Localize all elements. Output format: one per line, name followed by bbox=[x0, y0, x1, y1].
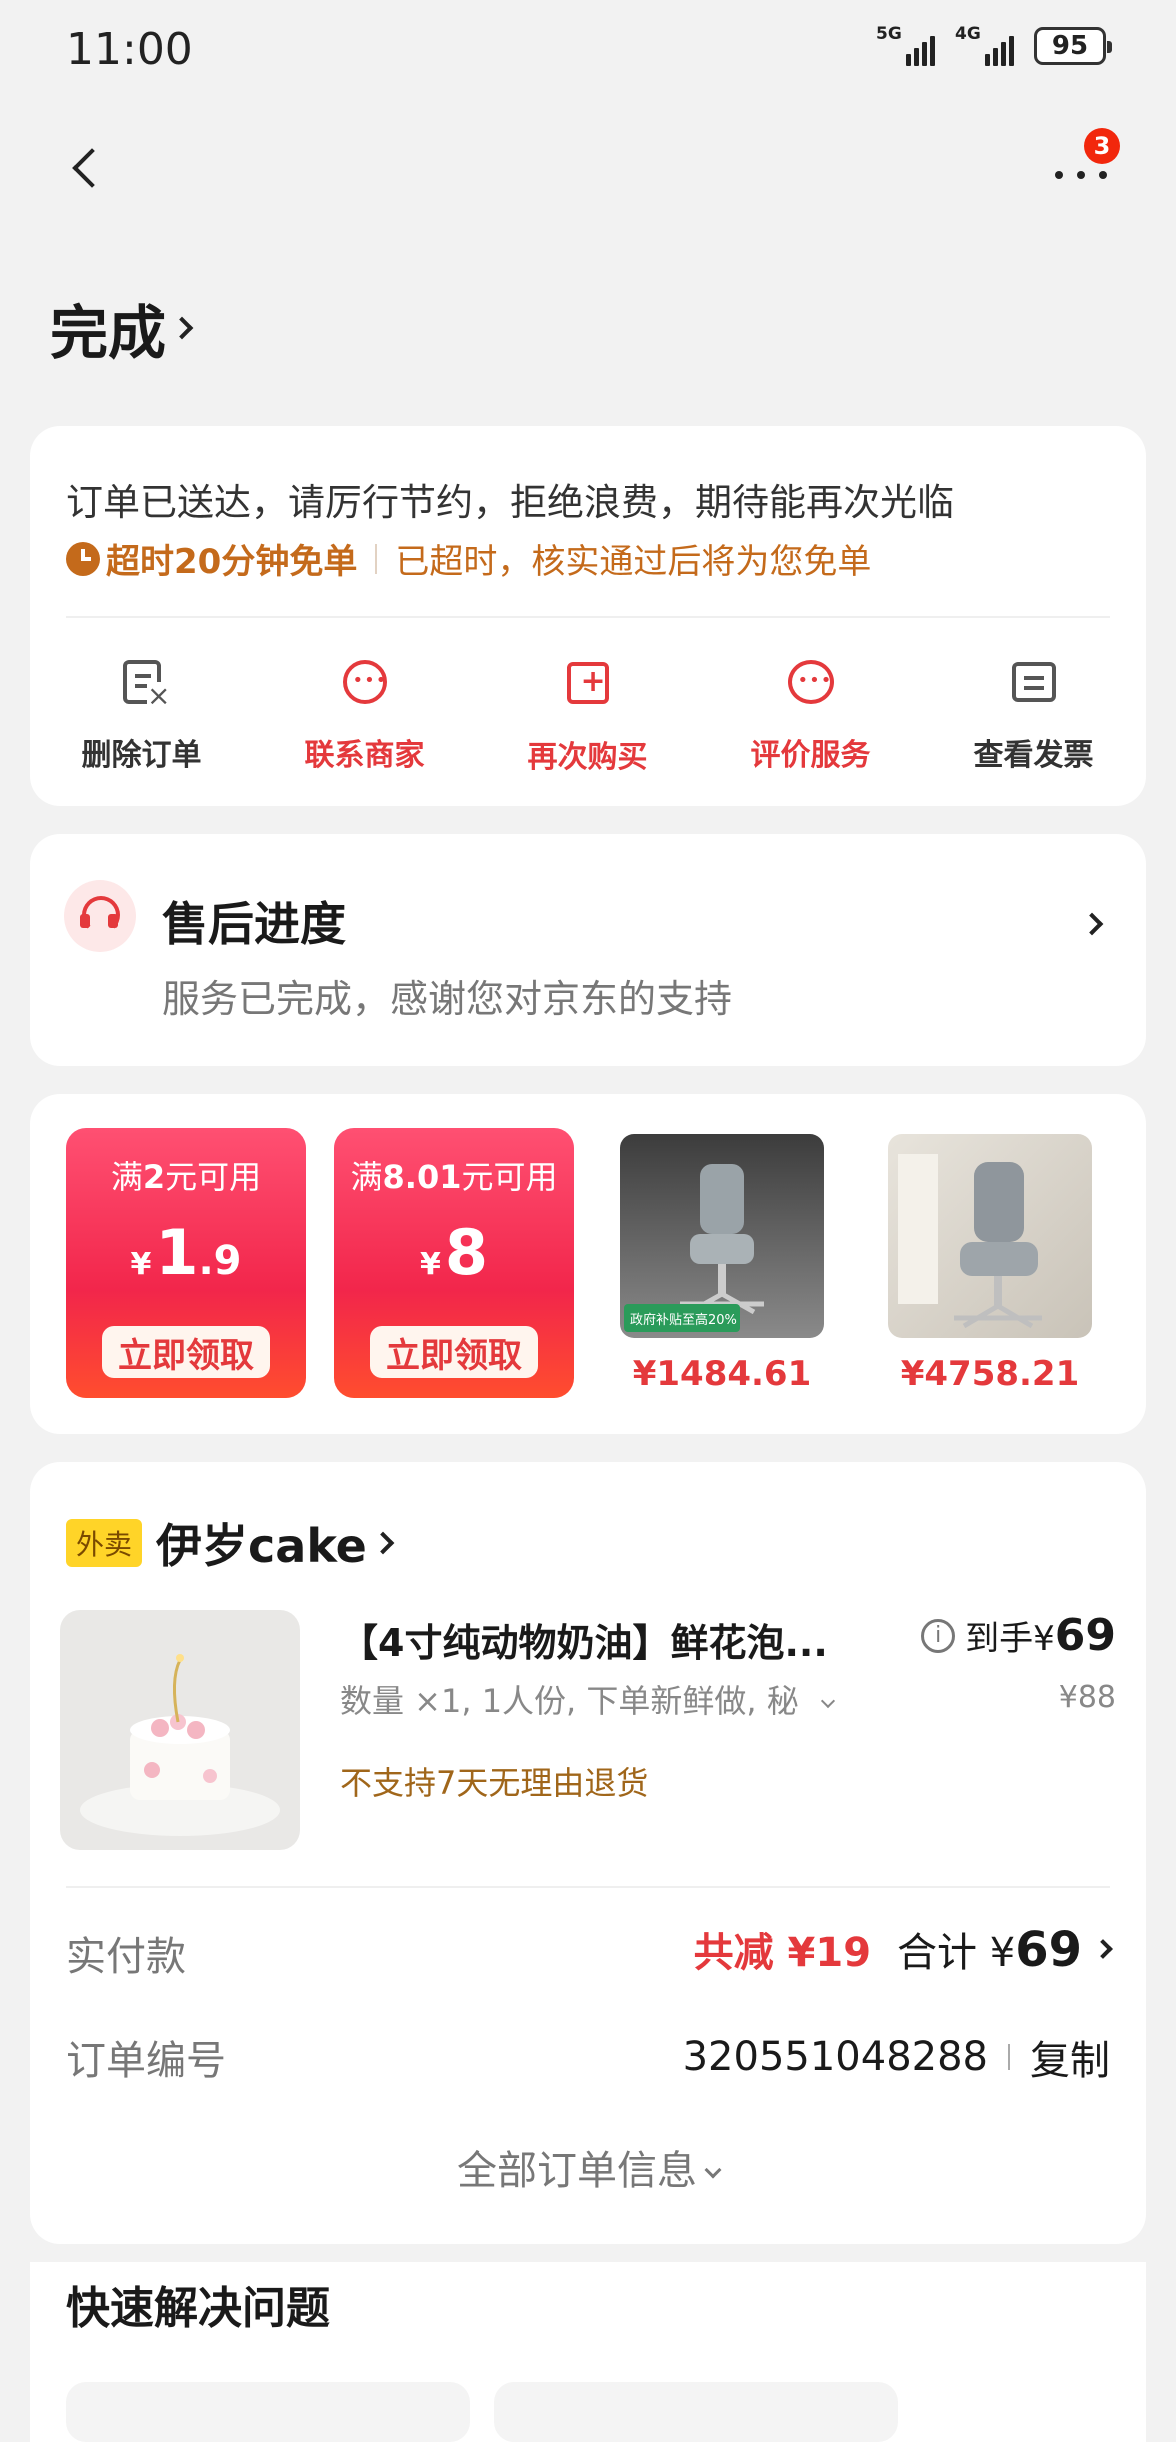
item-spec[interactable]: 数量 ×1, 1人份, 下单新鲜做, 秘 bbox=[340, 1676, 835, 1722]
order-id-label: 订单编号 bbox=[66, 2038, 226, 2084]
chevron-right-icon bbox=[371, 1531, 395, 1555]
buy-again-icon bbox=[566, 662, 609, 704]
chevron-right-icon bbox=[1080, 912, 1104, 936]
shop-link[interactable]: 外卖 伊岁cake bbox=[66, 1510, 395, 1576]
quick-solve-tiles bbox=[66, 2382, 898, 2442]
headset-icon bbox=[64, 880, 136, 952]
order-id-row: 320551048288 复制 bbox=[683, 2028, 1110, 2086]
action-label: 联系商家 bbox=[304, 738, 425, 773]
info-icon: i bbox=[921, 1618, 956, 1653]
product-image-chair[interactable] bbox=[888, 1134, 1092, 1338]
divider bbox=[375, 543, 378, 574]
product-image-chair[interactable]: 政府补贴至高20% bbox=[620, 1134, 824, 1338]
chevron-down-icon bbox=[704, 2161, 722, 2179]
coupon-condition: 满8.01元可用 bbox=[350, 1158, 558, 1196]
battery-icon: 95 bbox=[1034, 27, 1112, 65]
timeout-label: 超时20分钟免单 bbox=[106, 542, 358, 582]
order-card: 外卖 伊岁cake 【4寸纯动物奶油】鲜花泡... i 到手¥ 69 数量 ×1,… bbox=[30, 1462, 1146, 2244]
more-icon[interactable] bbox=[1046, 160, 1116, 190]
timeout-row: 超时20分钟免单 已超时，核实通过后将为您免单 bbox=[66, 534, 871, 583]
item-title[interactable]: 【4寸纯动物奶油】鲜花泡... bbox=[340, 1612, 828, 1667]
contact-merchant-icon bbox=[342, 660, 387, 704]
quick-solve-title: 快速解决问题 bbox=[66, 2283, 330, 2334]
coupon-amount: ¥1.9 bbox=[130, 1216, 242, 1289]
svg-text:政府补贴至高20%: 政府补贴至高20% bbox=[630, 1312, 737, 1328]
clock-icon bbox=[66, 541, 100, 576]
coupon[interactable]: 满2元可用 ¥1.9 立即领取 bbox=[66, 1128, 306, 1398]
order-id: 320551048288 bbox=[682, 2034, 988, 2080]
action-label: 再次购买 bbox=[527, 740, 648, 775]
claim-coupon-button[interactable]: 立即领取 bbox=[370, 1326, 538, 1378]
4g-signal-icon: 4G bbox=[955, 26, 1014, 66]
top-nav: 3 bbox=[0, 120, 1176, 220]
review-icon bbox=[787, 660, 834, 704]
invoice-button[interactable]: 查看发票 bbox=[922, 658, 1145, 776]
status-time: 11:00 bbox=[66, 24, 193, 75]
quick-tile[interactable] bbox=[494, 2382, 898, 2442]
invoice-icon bbox=[1011, 662, 1056, 702]
quick-tile[interactable] bbox=[66, 2382, 470, 2442]
return-policy: 不支持7天无理由退货 bbox=[340, 1764, 649, 1802]
item-image-cake[interactable] bbox=[60, 1610, 300, 1850]
action-label: 评价服务 bbox=[750, 738, 871, 773]
coupon-condition: 满2元可用 bbox=[110, 1158, 262, 1196]
page-title: 完成 bbox=[50, 299, 167, 367]
status-bar: 11:00 5G 4G 95 bbox=[0, 0, 1176, 100]
after-sale-title: 售后进度 bbox=[162, 897, 346, 951]
delete-order-icon bbox=[122, 660, 171, 710]
divider bbox=[66, 1886, 1110, 1888]
back-icon[interactable] bbox=[60, 142, 110, 198]
notification-badge: 3 bbox=[1084, 128, 1120, 164]
pay-total: 合计 ¥69 bbox=[897, 1922, 1082, 1978]
after-sale-card[interactable]: 售后进度 服务已完成，感谢您对京东的支持 bbox=[30, 834, 1146, 1066]
order-status-card: 订单已送达，请厉行节约，拒绝浪费，期待能再次光临 超时20分钟免单 已超时，核实… bbox=[30, 426, 1146, 806]
coupon[interactable]: 满8.01元可用 ¥8 立即领取 bbox=[334, 1128, 574, 1398]
chevron-down-icon bbox=[820, 1693, 835, 1709]
item-original-price: ¥88 bbox=[1058, 1680, 1116, 1715]
pay-label: 实付款 bbox=[66, 1934, 186, 1980]
delete-order-button[interactable]: 删除订单 bbox=[30, 658, 253, 776]
coupon-amount: ¥8 bbox=[419, 1216, 488, 1289]
copy-button[interactable]: 复制 bbox=[1030, 2028, 1110, 2086]
chevron-right-icon bbox=[1093, 1939, 1113, 1959]
review-button[interactable]: 评价服务 bbox=[699, 658, 922, 776]
chevron-right-icon bbox=[170, 316, 194, 340]
item-final-price[interactable]: i 到手¥ 69 bbox=[921, 1610, 1116, 1661]
pay-discount: 共减 ¥19 bbox=[693, 1930, 872, 1976]
action-label: 删除订单 bbox=[81, 738, 202, 773]
promo-card: 满2元可用 ¥1.9 立即领取 满8.01元可用 ¥8 立即领取 政府补贴至高2… bbox=[30, 1094, 1146, 1434]
product-price: ¥4758.21 bbox=[900, 1354, 1080, 1394]
all-order-info-toggle[interactable]: 全部订单信息 bbox=[30, 2138, 1146, 2196]
order-actions: 删除订单 联系商家 再次购买 评价服务 查看发票 bbox=[30, 658, 1146, 776]
quick-solve-section: 快速解决问题 bbox=[30, 2262, 1146, 2442]
action-label: 查看发票 bbox=[973, 738, 1094, 773]
status-message: 订单已送达，请厉行节约，拒绝浪费，期待能再次光临 bbox=[66, 481, 954, 524]
divider bbox=[1008, 2044, 1010, 2070]
contact-merchant-button[interactable]: 联系商家 bbox=[253, 658, 476, 776]
product-price: ¥1484.61 bbox=[632, 1354, 812, 1394]
5g-signal-icon: 5G bbox=[876, 26, 935, 66]
shop-name: 伊岁cake bbox=[156, 1519, 367, 1573]
timeout-note: 已超时，核实通过后将为您免单 bbox=[395, 542, 872, 582]
buy-again-button[interactable]: 再次购买 bbox=[476, 658, 699, 776]
shop-tag: 外卖 bbox=[66, 1519, 143, 1567]
pay-summary[interactable]: 共减 ¥19 合计 ¥69 bbox=[693, 1920, 1113, 1978]
claim-coupon-button[interactable]: 立即领取 bbox=[102, 1326, 270, 1378]
after-sale-desc: 服务已完成，感谢您对京东的支持 bbox=[162, 977, 733, 1021]
status-indicators: 5G 4G 95 bbox=[876, 26, 1112, 66]
order-status-title[interactable]: 完成 bbox=[50, 286, 194, 370]
divider bbox=[66, 616, 1110, 618]
